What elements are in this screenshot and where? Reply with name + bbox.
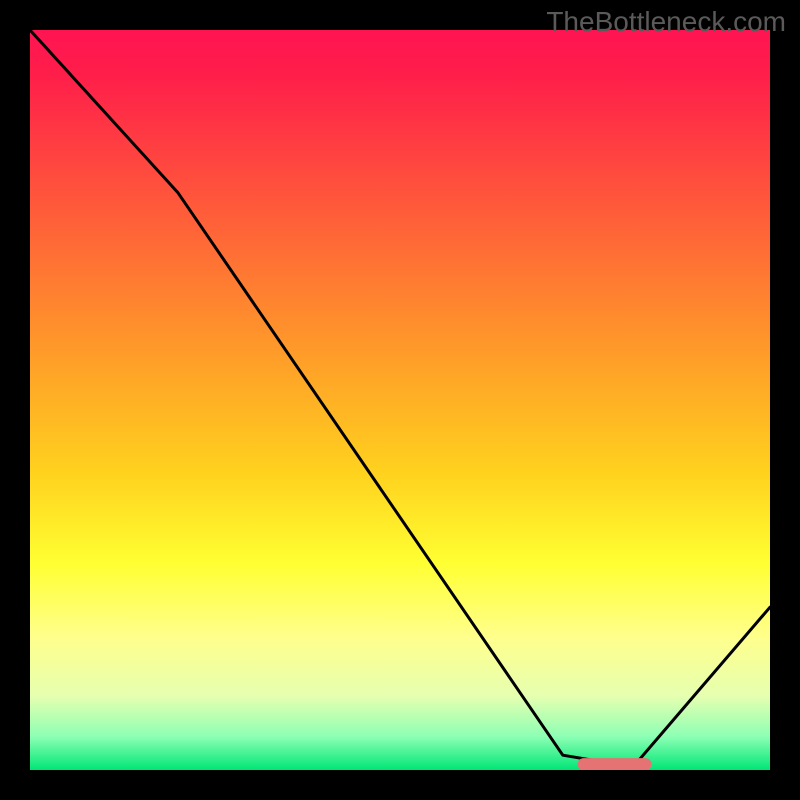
chart-svg	[30, 30, 770, 770]
optimal-marker	[578, 758, 652, 770]
chart-frame: TheBottleneck.com	[0, 0, 800, 800]
plot-area	[30, 30, 770, 770]
gradient-rect	[30, 30, 770, 770]
